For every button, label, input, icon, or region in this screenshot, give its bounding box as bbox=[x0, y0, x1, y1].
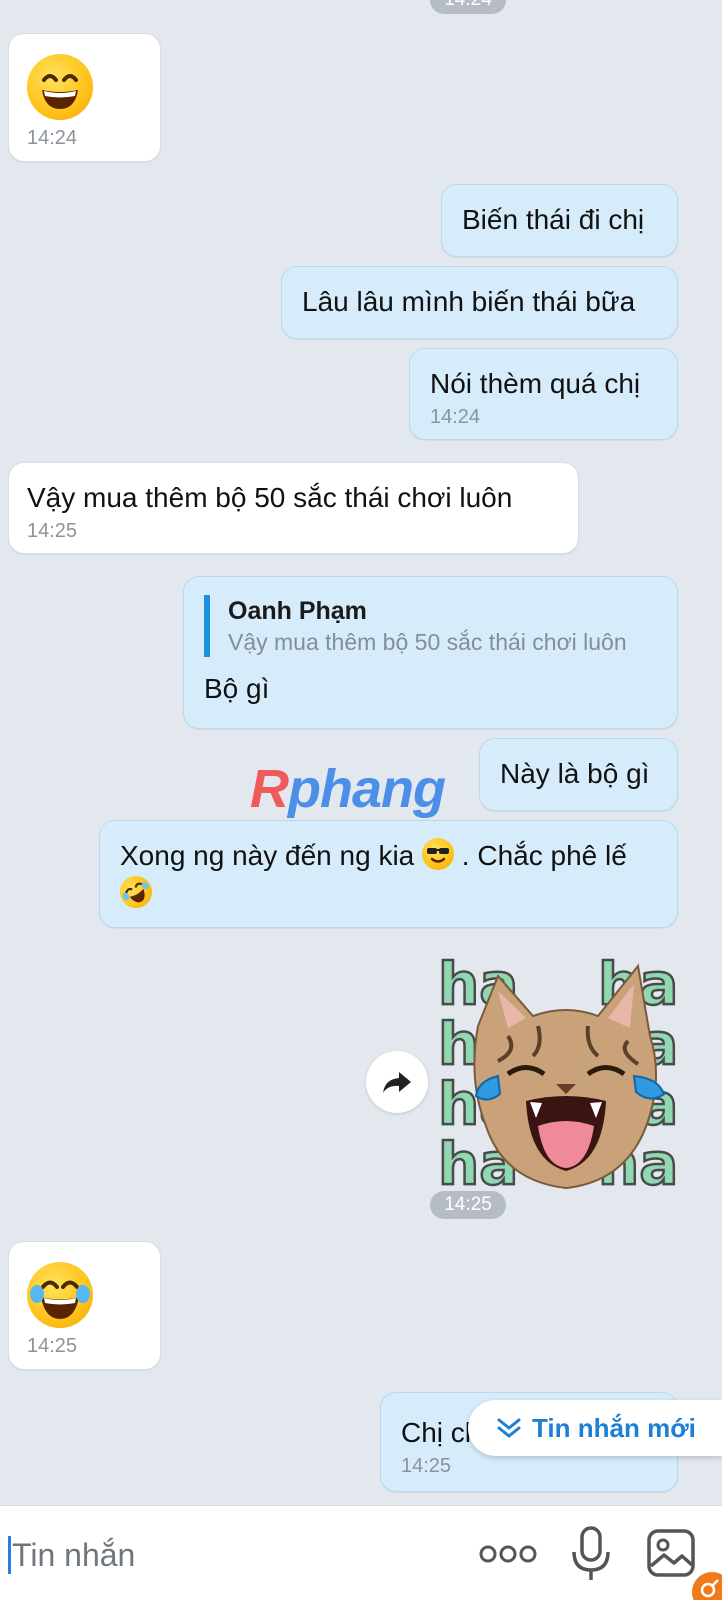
voice-button[interactable] bbox=[570, 1526, 612, 1582]
message-text: Vậy mua thêm bộ 50 sắc thái chơi luôn bbox=[27, 482, 513, 513]
message-input-bar: Tin nhắn bbox=[0, 1505, 722, 1600]
incoming-message-emoji[interactable]: 14:24 bbox=[8, 33, 161, 162]
floating-badge[interactable] bbox=[692, 1572, 722, 1600]
chevron-down-icon bbox=[497, 1418, 521, 1438]
microphone-icon bbox=[572, 1526, 610, 1580]
forward-button[interactable] bbox=[366, 1051, 428, 1113]
rolling-laugh-icon bbox=[114, 870, 158, 914]
quoted-message[interactable]: Oanh Phạm Vậy mua thêm bộ 50 sắc thái ch… bbox=[204, 595, 657, 657]
message-text: Bộ gì bbox=[204, 673, 270, 704]
input-placeholder: Tin nhắn bbox=[12, 1537, 136, 1573]
new-messages-button[interactable]: Tin nhắn mới bbox=[468, 1400, 722, 1456]
quoted-text: Vậy mua thêm bộ 50 sắc thái chơi luôn bbox=[228, 629, 627, 655]
message-text-part2: . Chắc phê lế bbox=[461, 840, 627, 871]
outgoing-message[interactable]: Biến thái đi chị bbox=[441, 184, 678, 257]
message-timestamp: 14:25 bbox=[27, 520, 78, 542]
text-caret bbox=[8, 1536, 11, 1574]
message-timestamp: 14:25 bbox=[27, 1335, 78, 1357]
message-text: Biến thái đi chị bbox=[462, 204, 645, 235]
message-timestamp: 14:25 bbox=[401, 1455, 452, 1477]
message-text: Này là bộ gì bbox=[500, 758, 650, 789]
outgoing-reply-message[interactable]: Oanh Phạm Vậy mua thêm bộ 50 sắc thái ch… bbox=[183, 576, 678, 729]
image-icon bbox=[647, 1529, 695, 1577]
message-text: Xong ng này đến ng kia . Chắc phê lế bbox=[120, 838, 657, 874]
outgoing-message[interactable]: Này là bộ gì bbox=[479, 738, 678, 811]
message-text: Lâu lâu mình biến thái bữa bbox=[302, 286, 636, 317]
watermark-part2: phang bbox=[288, 759, 446, 819]
message-timestamp: 14:24 bbox=[430, 406, 481, 428]
message-timestamp: 14:24 bbox=[27, 127, 78, 149]
date-separator-top: 14:24 bbox=[430, 0, 506, 14]
forward-icon bbox=[383, 1072, 411, 1093]
incoming-message-emoji[interactable]: 14:25 bbox=[8, 1241, 161, 1370]
quoted-sender-name: Oanh Phạm bbox=[228, 597, 367, 625]
watermark-part1: R bbox=[250, 759, 289, 819]
sunglasses-face-icon bbox=[422, 838, 455, 870]
message-text: Nói thèm quá chị bbox=[430, 368, 641, 399]
grinning-face-icon bbox=[27, 54, 93, 120]
more-options-button[interactable] bbox=[478, 1536, 538, 1572]
edit-icon bbox=[700, 1579, 719, 1598]
laughing-cat-sticker[interactable]: haha haha haha haha bbox=[437, 949, 694, 1202]
outgoing-message[interactable]: Lâu lâu mình biến thái bữa bbox=[281, 266, 678, 339]
message-input[interactable]: Tin nhắn bbox=[0, 1506, 470, 1600]
outgoing-message[interactable]: Xong ng này đến ng kia . Chắc phê lế bbox=[99, 820, 678, 928]
incoming-message[interactable]: Vậy mua thêm bộ 50 sắc thái chơi luôn 14… bbox=[8, 462, 579, 554]
more-dots-icon bbox=[479, 1545, 537, 1563]
chat-area[interactable]: 14:24 14:24 Biến thái đi chị Lâu lâu mìn… bbox=[0, 0, 722, 1505]
gallery-button[interactable] bbox=[646, 1528, 696, 1578]
message-text-part1: Xong ng này đến ng kia bbox=[120, 840, 415, 871]
tears-of-joy-icon bbox=[27, 1262, 93, 1328]
watermark-logo: Rphang bbox=[250, 758, 446, 820]
sticker-timestamp: 14:25 bbox=[430, 1191, 506, 1219]
new-messages-label: Tin nhắn mới bbox=[532, 1413, 696, 1443]
outgoing-message[interactable]: Nói thèm quá chị 14:24 bbox=[409, 348, 678, 440]
